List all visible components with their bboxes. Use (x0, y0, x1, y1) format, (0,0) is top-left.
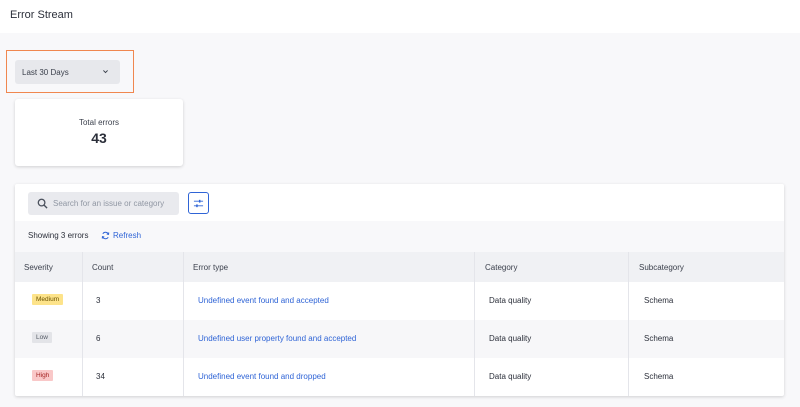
header-count[interactable]: Count (92, 263, 113, 272)
table-row[interactable]: High 34 Undefined event found and droppe… (15, 358, 784, 396)
error-subcategory: Schema (644, 334, 674, 343)
errors-panel: Showing 3 errors Refresh Severity Count … (15, 184, 784, 396)
error-category: Data quality (489, 296, 532, 305)
error-category: Data quality (489, 372, 532, 381)
date-range-dropdown[interactable]: Last 30 Days (15, 60, 120, 84)
top-bar: Error Stream (0, 0, 800, 33)
header-severity[interactable]: Severity (24, 263, 53, 272)
results-status-bar: Showing 3 errors Refresh (15, 221, 784, 252)
error-category: Data quality (489, 334, 532, 343)
search-input[interactable] (53, 199, 173, 208)
total-errors-value: 43 (91, 130, 107, 146)
column-divider (628, 252, 629, 396)
header-category[interactable]: Category (485, 263, 517, 272)
error-type-link[interactable]: Undefined user property found and accept… (198, 334, 356, 343)
column-divider (474, 252, 475, 396)
date-range-value: Last 30 Days (22, 67, 69, 77)
column-divider (183, 252, 184, 396)
search-box[interactable] (28, 192, 179, 215)
results-count: Showing 3 errors (28, 231, 89, 240)
table-row[interactable]: Low 6 Undefined user property found and … (15, 320, 784, 358)
refresh-label: Refresh (113, 231, 142, 240)
error-type-link[interactable]: Undefined event found and dropped (198, 372, 326, 381)
error-subcategory: Schema (644, 372, 674, 381)
column-divider (82, 252, 83, 396)
refresh-link[interactable]: Refresh (101, 231, 141, 240)
header-subcategory[interactable]: Subcategory (639, 263, 684, 272)
header-error-type[interactable]: Error type (193, 263, 228, 272)
severity-badge: High (32, 370, 54, 381)
table-header: Severity Count Error type Category Subca… (15, 252, 784, 282)
error-subcategory: Schema (644, 296, 674, 305)
severity-badge: Low (32, 332, 52, 343)
sliders-icon (193, 199, 204, 207)
severity-badge: Medium (32, 294, 64, 305)
total-errors-label: Total errors (78, 118, 119, 127)
refresh-icon (101, 231, 110, 240)
error-count: 34 (96, 372, 105, 381)
error-count: 6 (96, 334, 101, 343)
filter-button[interactable] (188, 192, 209, 214)
page-title: Error Stream (10, 9, 73, 21)
date-range-highlight: Last 30 Days (6, 50, 134, 93)
error-type-link[interactable]: Undefined event found and accepted (198, 296, 329, 305)
search-icon (37, 198, 48, 209)
table-row[interactable]: Medium 3 Undefined event found and accep… (15, 282, 784, 320)
chevron-down-icon (103, 70, 108, 74)
error-count: 3 (96, 296, 101, 305)
total-errors-card: Total errors 43 (15, 99, 183, 166)
